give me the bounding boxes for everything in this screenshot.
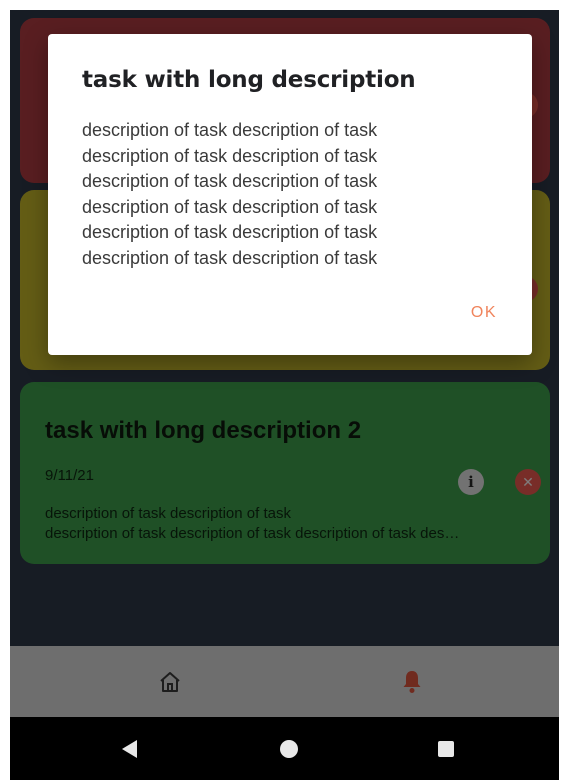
recents-icon[interactable]	[438, 741, 454, 757]
back-icon[interactable]	[122, 740, 137, 758]
dialog-body-line: description of task description of task	[82, 222, 378, 242]
dialog-title: task with long description	[82, 67, 416, 93]
dialog-body-line: description of task description of task	[82, 196, 378, 217]
app-screen: ✕ ✕ task with long description 2 9/11/21…	[10, 10, 559, 780]
ok-button[interactable]: OK	[471, 304, 497, 322]
home-circle-icon[interactable]	[280, 740, 298, 758]
task-details-dialog: task with long description description o…	[48, 34, 532, 355]
system-navigation-bar	[10, 717, 559, 780]
dialog-body-line: description of task description of task	[82, 247, 378, 268]
dialog-body-line: description of task description of task	[82, 120, 378, 140]
dialog-body: description of task description of task …	[82, 118, 512, 271]
dialog-body-line: description of task description of task	[82, 171, 378, 191]
dialog-body-line: description of task description of task	[82, 145, 378, 166]
